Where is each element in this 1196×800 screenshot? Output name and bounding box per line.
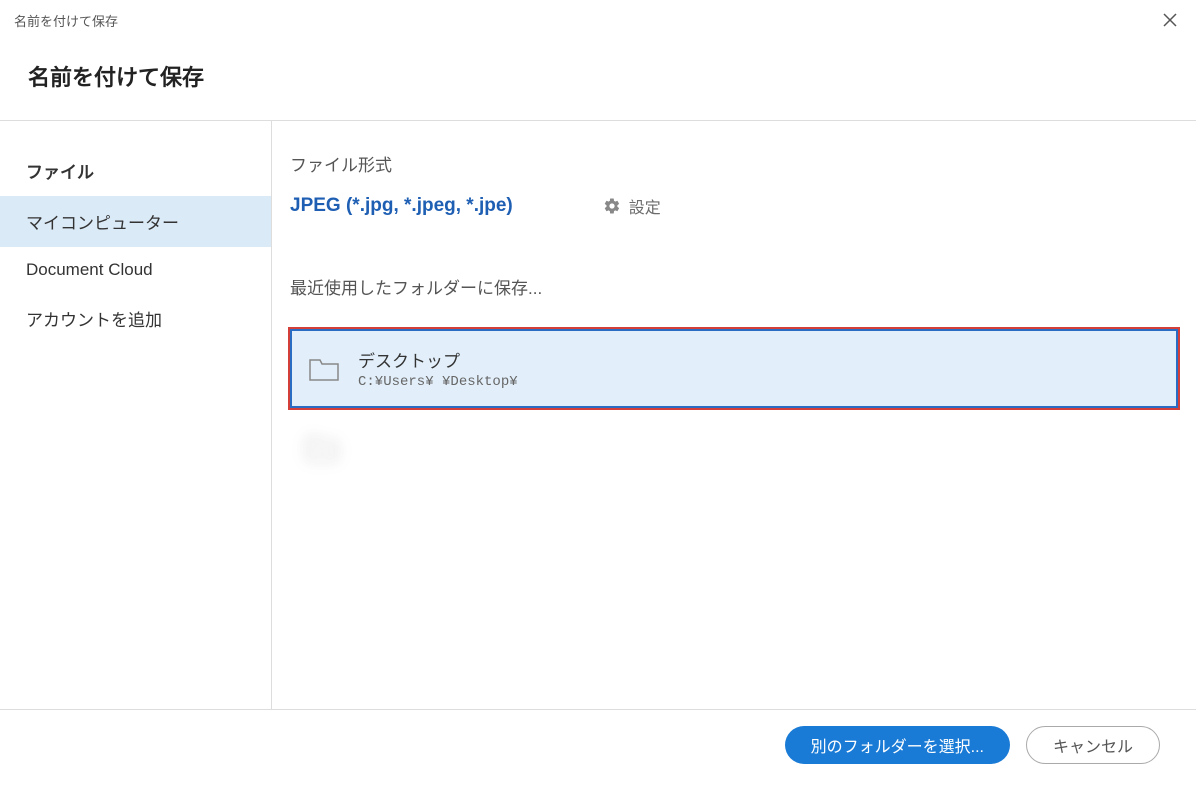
sidebar-item-add-account[interactable]: アカウントを追加: [0, 293, 271, 344]
sidebar-item-my-computer[interactable]: マイコンピューター: [0, 196, 271, 247]
dialog-footer: 別のフォルダーを選択... キャンセル: [0, 709, 1196, 779]
folder-name: [356, 424, 538, 449]
format-label: ファイル形式: [290, 151, 1178, 176]
sidebar-item-label: アカウントを追加: [26, 311, 162, 330]
format-row: JPEG (*.jpg, *.jpeg, *.jpe) 設定: [290, 194, 1178, 218]
button-label: 別のフォルダーを選択...: [811, 733, 984, 757]
close-button[interactable]: [1158, 8, 1182, 32]
folder-icon: [306, 435, 338, 461]
cancel-button[interactable]: キャンセル: [1026, 726, 1160, 764]
folder-name: デスクトップ: [358, 347, 518, 372]
sidebar-item-label: Document Cloud: [26, 260, 153, 279]
folder-item-desktop[interactable]: デスクトップ C:¥Users¥ ¥Desktop¥: [290, 329, 1178, 408]
settings-label: 設定: [629, 194, 661, 218]
sidebar: ファイル マイコンピューター Document Cloud アカウントを追加: [0, 121, 272, 709]
titlebar: 名前を付けて保存: [0, 0, 1196, 40]
recent-folders-label: 最近使用したフォルダーに保存...: [290, 274, 1178, 299]
close-icon: [1163, 13, 1177, 27]
sidebar-item-document-cloud[interactable]: Document Cloud: [0, 247, 271, 293]
folder-text: デスクトップ C:¥Users¥ ¥Desktop¥: [358, 347, 518, 390]
dialog-body: ファイル マイコンピューター Document Cloud アカウントを追加 フ…: [0, 121, 1196, 709]
folder-path: [356, 451, 538, 471]
window-title: 名前を付けて保存: [14, 11, 118, 30]
choose-folder-button[interactable]: 別のフォルダーを選択...: [785, 726, 1010, 764]
folder-icon: [308, 356, 340, 382]
folder-text: [356, 424, 538, 471]
gear-icon: [603, 197, 621, 215]
button-label: キャンセル: [1053, 733, 1133, 757]
folder-item-redacted[interactable]: [290, 408, 1178, 487]
dialog-title: 名前を付けて保存: [28, 60, 1168, 92]
main-panel: ファイル形式 JPEG (*.jpg, *.jpeg, *.jpe) 設定 最近…: [272, 121, 1196, 709]
dialog-header: 名前を付けて保存: [0, 40, 1196, 120]
format-settings-button[interactable]: 設定: [603, 194, 661, 218]
folder-path: C:¥Users¥ ¥Desktop¥: [358, 374, 518, 390]
file-format-dropdown[interactable]: JPEG (*.jpg, *.jpeg, *.jpe): [290, 195, 513, 217]
sidebar-heading: ファイル: [0, 145, 271, 196]
sidebar-item-label: マイコンピューター: [26, 214, 179, 233]
